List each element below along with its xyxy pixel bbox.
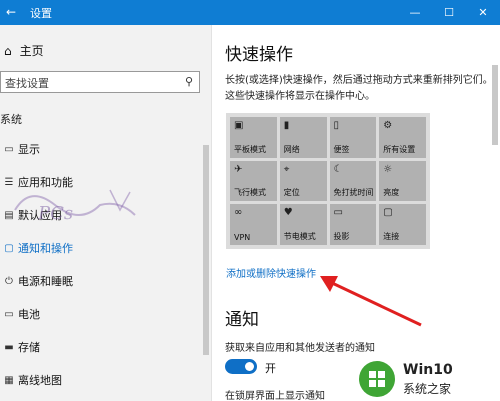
- power-icon: ⏻: [5, 275, 13, 287]
- notifications-toggle[interactable]: [225, 359, 257, 374]
- tile-label: 定位: [283, 188, 300, 198]
- search-placeholder: 查找设置: [5, 77, 49, 90]
- notifications-title: 通知: [225, 310, 259, 330]
- add-remove-quick-actions-link[interactable]: 添加或删除快速操作: [226, 265, 316, 280]
- tile-label: 免打扰时间: [333, 188, 374, 198]
- tile-vpn[interactable]: ∞ VPN: [230, 204, 277, 245]
- tile-label: 网络: [283, 144, 300, 154]
- tile-quiet-hours[interactable]: ☾ 免打扰时间: [329, 160, 377, 202]
- notifications-description: 获取来自应用和其他发送者的通知: [225, 343, 375, 354]
- back-arrow-icon[interactable]: ←: [6, 5, 16, 19]
- tile-note[interactable]: ▯ 便签: [329, 117, 377, 158]
- notifications-icon: ▢: [4, 242, 14, 254]
- home-icon: ⌂: [4, 43, 12, 58]
- watermark-text: PCs: [38, 203, 74, 224]
- sidebar-item-label: 存储: [18, 341, 40, 354]
- storage-icon: ▬: [4, 341, 14, 353]
- brand-name: Win10: [403, 362, 453, 378]
- display-icon: ▭: [4, 143, 14, 155]
- tile-brightness[interactable]: ☼ 亮度: [379, 160, 426, 202]
- sidebar-item-battery[interactable]: ▭ 电池: [0, 302, 200, 326]
- vpn-icon: ∞: [234, 207, 243, 219]
- annotation-arrow-icon: [320, 276, 422, 327]
- tile-label: 节电模式: [283, 232, 316, 241]
- tile-label: 投影: [333, 232, 350, 241]
- tablet-icon: ▣: [234, 120, 244, 131]
- toggle-knob: [245, 362, 254, 371]
- battery-icon: ▭: [4, 308, 14, 320]
- tile-network[interactable]: ▮ 网络: [279, 117, 327, 158]
- sidebar-item-storage[interactable]: ▬ 存储: [0, 335, 200, 359]
- tile-tablet-mode[interactable]: ▣ 平板模式: [230, 117, 277, 158]
- title-bar: ← 设置 — ☐ ✕: [0, 0, 500, 25]
- sidebar-scrollbar[interactable]: [203, 145, 209, 355]
- brand-subtitle: 系统之家: [403, 382, 452, 396]
- close-button[interactable]: ✕: [466, 0, 500, 25]
- tile-location[interactable]: ⌖ 定位: [279, 160, 327, 202]
- tile-all-settings[interactable]: ⚙ 所有设置: [379, 117, 426, 158]
- search-input[interactable]: 查找设置 ⚲: [0, 71, 200, 93]
- airplane-icon: ✈: [234, 163, 243, 175]
- sidebar-item-label: 显示: [18, 143, 40, 156]
- project-icon: ▭: [333, 207, 343, 219]
- windows-logo-icon: [359, 361, 395, 397]
- tile-label: 连接: [383, 232, 400, 241]
- tile-label: 平板模式: [234, 144, 266, 154]
- tile-connect[interactable]: ▢ 连接: [379, 204, 426, 245]
- tile-label: 所有设置: [383, 144, 416, 154]
- sidebar-item-maps[interactable]: ▦ 离线地图: [0, 368, 200, 392]
- brand-watermark: Win10 系统之家: [359, 361, 494, 397]
- sidebar-item-label: 电源和睡眠: [18, 275, 73, 288]
- quick-actions-grid: ▣ 平板模式 ▮ 网络 ▯ 便签 ⚙ 所有设置 ✈ 飞行模式 ⌖ 定位 ☾ 免打…: [226, 113, 430, 249]
- window-title: 设置: [30, 7, 52, 20]
- tile-label: VPN: [234, 233, 251, 242]
- tile-airplane-mode[interactable]: ✈ 飞行模式: [230, 160, 277, 202]
- battery-saver-icon: ♥: [283, 207, 293, 219]
- watermark-swirl: [14, 189, 136, 216]
- tile-label: 飞行模式: [234, 188, 266, 198]
- maps-icon: ▦: [4, 374, 14, 386]
- quick-actions-description: 长按(或选择)快速操作，然后通过拖动方式来重新排列它们。这些快速操作将显示在操作…: [225, 75, 493, 102]
- home-label: 主页: [19, 44, 44, 58]
- toggle-state-label: 开: [265, 362, 276, 375]
- sidebar-item-power[interactable]: ⏻ 电源和睡眠: [0, 269, 200, 293]
- lock-screen-notifications-description: 在锁屏界面上显示通知: [225, 391, 325, 401]
- minimize-button[interactable]: —: [398, 0, 432, 25]
- sidebar-item-label: 离线地图: [18, 374, 62, 387]
- note-icon: ▯: [333, 120, 340, 131]
- group-title: 系统: [0, 113, 22, 126]
- tile-label: 亮度: [383, 188, 400, 198]
- maximize-button[interactable]: ☐: [432, 0, 466, 25]
- network-icon: ▮: [283, 120, 290, 131]
- sidebar-item-notifications[interactable]: ▢ 通知和操作: [0, 236, 200, 260]
- search-icon[interactable]: ⚲: [185, 75, 193, 88]
- moon-icon: ☾: [333, 163, 343, 175]
- home-nav-item[interactable]: ⌂ 主页: [4, 42, 44, 59]
- location-icon: ⌖: [283, 163, 290, 175]
- tile-battery-saver[interactable]: ♥ 节电模式: [279, 204, 327, 245]
- sidebar-item-display[interactable]: ▭ 显示: [0, 137, 200, 161]
- connect-icon: ▢: [383, 207, 393, 219]
- tile-project[interactable]: ▭ 投影: [329, 204, 377, 245]
- main-scrollbar[interactable]: [492, 65, 498, 145]
- gear-icon: ⚙: [383, 120, 393, 131]
- tile-label: 便签: [333, 144, 350, 154]
- quick-actions-title: 快速操作: [225, 45, 293, 65]
- sidebar-item-label: 通知和操作: [18, 242, 73, 255]
- brightness-icon: ☼: [383, 163, 393, 175]
- main-panel: 快速操作 长按(或选择)快速操作，然后通过拖动方式来重新排列它们。这些快速操作将…: [213, 25, 500, 401]
- sidebar-item-label: 电池: [18, 308, 40, 321]
